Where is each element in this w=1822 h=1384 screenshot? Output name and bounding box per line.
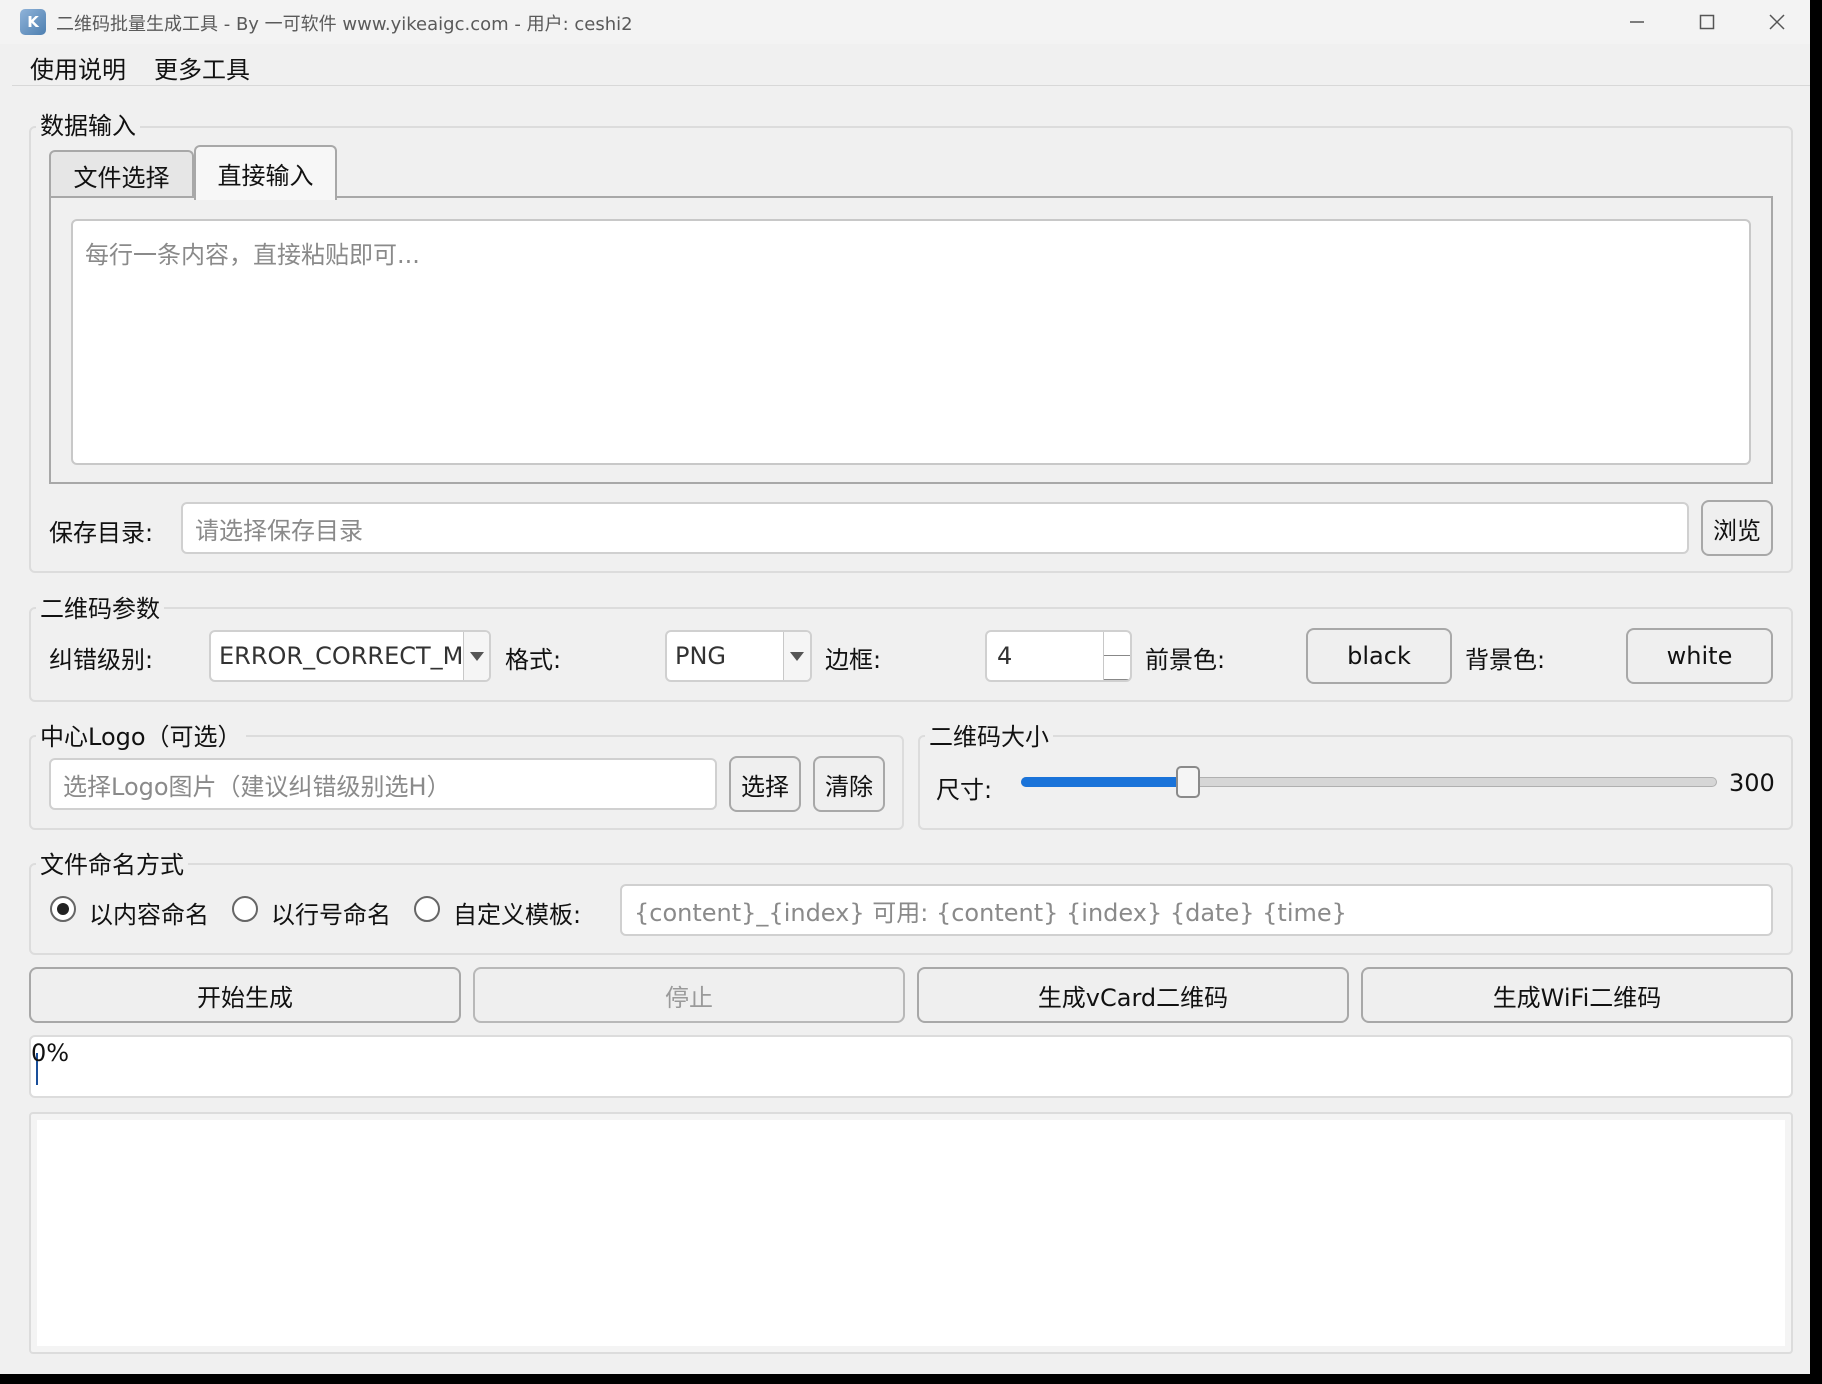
size-slider[interactable] [1021,760,1717,804]
logo-path-input[interactable]: 选择Logo图片（建议纠错级别选H） [49,758,717,810]
foreground-color-button[interactable]: black [1306,628,1452,684]
stop-button[interactable]: 停止 [473,967,905,1023]
background-color-button[interactable]: white [1626,628,1773,684]
wifi-button[interactable]: 生成WiFi二维码 [1361,967,1793,1023]
radio-custom-template-label[interactable]: 自定义模板: [453,895,581,930]
save-dir-label: 保存目录: [49,519,154,547]
radio-custom-template[interactable] [414,896,440,922]
chevron-down-icon [463,632,489,680]
minimize-icon [1630,21,1644,23]
app-window: K 二维码批量生成工具 - By 一可软件 www.yikeaigc.com -… [0,0,1810,1374]
radio-by-content[interactable] [50,896,76,922]
size-title: 二维码大小 [925,717,1053,752]
size-label: 尺寸: [936,776,993,804]
close-icon [1769,14,1785,30]
border-label: 边框: [825,646,882,674]
maximize-button[interactable] [1672,0,1742,44]
tab-file-select[interactable]: 文件选择 [49,150,194,198]
border-value: 4 [997,642,1013,670]
window-title: 二维码批量生成工具 - By 一可软件 www.yikeaigc.com - 用… [56,14,633,35]
logo-select-button[interactable]: 选择 [729,756,801,812]
spin-arrows-icon[interactable] [1103,632,1130,680]
slider-fill [1021,777,1188,787]
content-textarea[interactable]: 每行一条内容，直接粘贴即可... [71,219,1751,465]
browse-button[interactable]: 浏览 [1701,500,1773,556]
template-input[interactable]: {content}_{index} 可用: {content} {index} … [620,884,1773,936]
vcard-button[interactable]: 生成vCard二维码 [917,967,1349,1023]
radio-by-line-label[interactable]: 以行号命名 [271,895,391,930]
foreground-label: 前景色: [1145,646,1226,674]
chevron-down-icon [783,632,810,680]
logo-title: 中心Logo（可选） [36,717,246,752]
error-level-value: ERROR_CORRECT_M [219,642,464,670]
maximize-icon [1699,14,1715,30]
data-input-title: 数据输入 [36,106,140,141]
progress-text: 0% [31,1039,70,1067]
menu-more-tools[interactable]: 更多工具 [148,48,256,87]
title-bar: K 二维码批量生成工具 - By 一可软件 www.yikeaigc.com -… [0,0,1810,44]
app-icon: K [20,9,46,35]
radio-by-content-label[interactable]: 以内容命名 [89,895,209,930]
error-level-combo[interactable]: ERROR_CORRECT_M [209,630,491,682]
menu-usage[interactable]: 使用说明 [24,48,132,87]
error-level-label: 纠错级别: [49,646,154,674]
format-label: 格式: [505,646,562,674]
slider-handle[interactable] [1176,766,1200,798]
border-spinbox[interactable]: 4 [985,630,1132,682]
progress-bar: 0% [29,1035,1793,1098]
qr-params-title: 二维码参数 [36,589,164,624]
radio-by-line[interactable] [232,896,258,922]
logo-clear-button[interactable]: 清除 [813,756,885,812]
tab-direct-input[interactable]: 直接输入 [194,145,337,200]
save-dir-input[interactable]: 请选择保存目录 [181,502,1689,554]
size-value: 300 [1729,769,1775,797]
close-button[interactable] [1742,0,1812,44]
minimize-button[interactable] [1602,0,1672,44]
log-output[interactable] [29,1112,1793,1354]
background-label: 背景色: [1465,646,1546,674]
naming-title: 文件命名方式 [36,845,188,880]
start-button[interactable]: 开始生成 [29,967,461,1023]
menu-bar: 使用说明 更多工具 [12,44,1810,86]
format-combo[interactable]: PNG [665,630,812,682]
format-value: PNG [675,642,727,670]
